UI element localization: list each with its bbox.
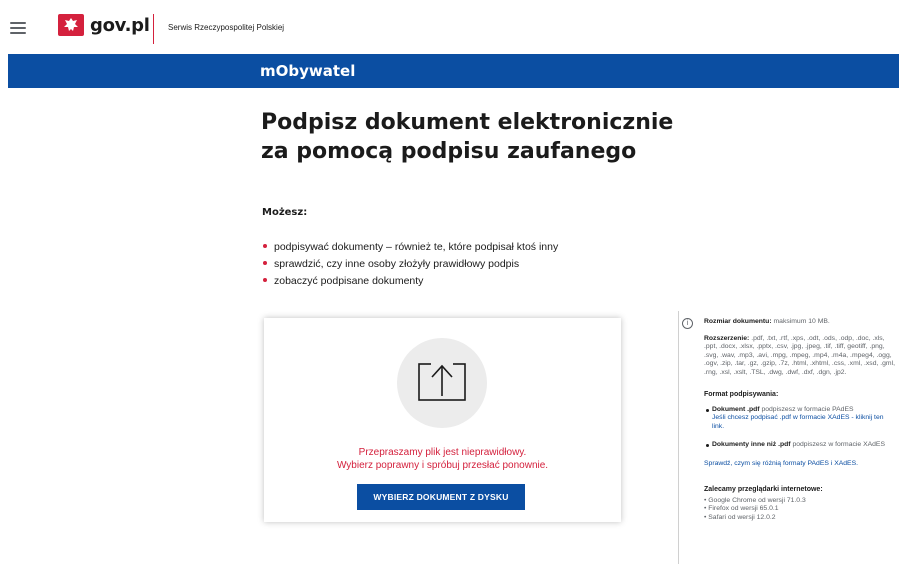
size-info: Rozmiar dokumentu: maksimum 10 MB. xyxy=(704,318,896,327)
error-message-line2: Wybierz poprawny i spróbuj przesłać pono… xyxy=(336,460,549,471)
menu-icon[interactable] xyxy=(10,22,26,34)
browsers-heading: Zalecamy przeglądarki internetowe: xyxy=(704,486,823,493)
format-pdf-bold: Dokument .pdf xyxy=(712,405,760,413)
list-item: • Safari od wersji 12.0.2 xyxy=(704,513,776,521)
list-item: sprawdzić, czy inne osoby złożyły prawid… xyxy=(262,256,558,273)
list-item: podpisywać dokumenty – również te, które… xyxy=(262,239,558,256)
format-other-bold: Dokumenty inne niż .pdf xyxy=(712,441,791,448)
info-icon: i xyxy=(682,318,693,329)
format-list: Dokument .pdf podpiszesz w formacie PAdE… xyxy=(704,406,896,450)
list-item: Dokument .pdf podpiszesz w formacie PAdE… xyxy=(704,406,896,432)
list-item: • Firefox od wersji 65.0.1 xyxy=(704,505,779,512)
logo-text: gov.pl xyxy=(90,14,150,36)
service-name: Serwis Rzeczypospolitej Polskiej xyxy=(168,23,285,32)
format-other-text: podpiszesz w formacie XAdES xyxy=(792,441,885,448)
sidebar-divider xyxy=(678,311,679,564)
upload-icon[interactable] xyxy=(397,338,487,428)
format-pdf-text: podpiszesz w formacie PAdES xyxy=(761,405,854,413)
list-item: • Google Chrome od wersji 71.0.3 xyxy=(704,496,806,504)
size-label: Rozmiar dokumentu: xyxy=(704,318,772,325)
page-title-line2: za pomocą podpisu zaufanego xyxy=(261,139,637,164)
eagle-emblem-icon xyxy=(58,14,84,36)
page-title-line1: Podpisz dokument elektronicznie xyxy=(261,110,674,135)
size-value: maksimum 10 MB. xyxy=(773,318,830,325)
page-title: Podpisz dokument elektronicznie za pomoc… xyxy=(261,108,721,166)
browser-list: • Google Chrome od wersji 71.0.3 • Firef… xyxy=(704,497,896,523)
can-label: Możesz: xyxy=(262,207,308,218)
choose-file-button[interactable]: WYBIERZ DOKUMENT Z DYSKU xyxy=(357,484,525,510)
list-item: zobaczyć podpisane dokumenty xyxy=(262,273,558,290)
header-divider xyxy=(153,14,154,44)
ext-label: Rozszerzenie: xyxy=(704,334,750,342)
service-banner: mObywatel xyxy=(8,54,899,88)
xades-pdf-link[interactable]: Jeśli chcesz podpisać .pdf w formacie XA… xyxy=(712,414,896,431)
format-heading: Format podpisywania: xyxy=(704,391,779,398)
upload-card: Przepraszamy plik jest nieprawidłowy. Wy… xyxy=(264,318,621,522)
info-sidebar: Rozmiar dokumentu: maksimum 10 MB. Rozsz… xyxy=(704,318,896,522)
compare-formats-link[interactable]: Sprawdź, czym się różnią formaty PAdES i… xyxy=(704,460,896,469)
govpl-logo[interactable]: gov.pl xyxy=(58,12,158,38)
app-name[interactable]: mObywatel xyxy=(260,62,355,80)
feature-list: podpisywać dokumenty – również te, które… xyxy=(262,239,558,290)
extensions-info: Rozszerzenie: .pdf, .txt, .rtf, .xps, .o… xyxy=(704,335,896,378)
list-item: Dokumenty inne niż .pdf podpiszesz w for… xyxy=(704,441,896,450)
top-bar: gov.pl Serwis Rzeczypospolitej Polskiej xyxy=(0,0,899,52)
error-message-line1: Przepraszamy plik jest nieprawidłowy. xyxy=(358,447,527,458)
